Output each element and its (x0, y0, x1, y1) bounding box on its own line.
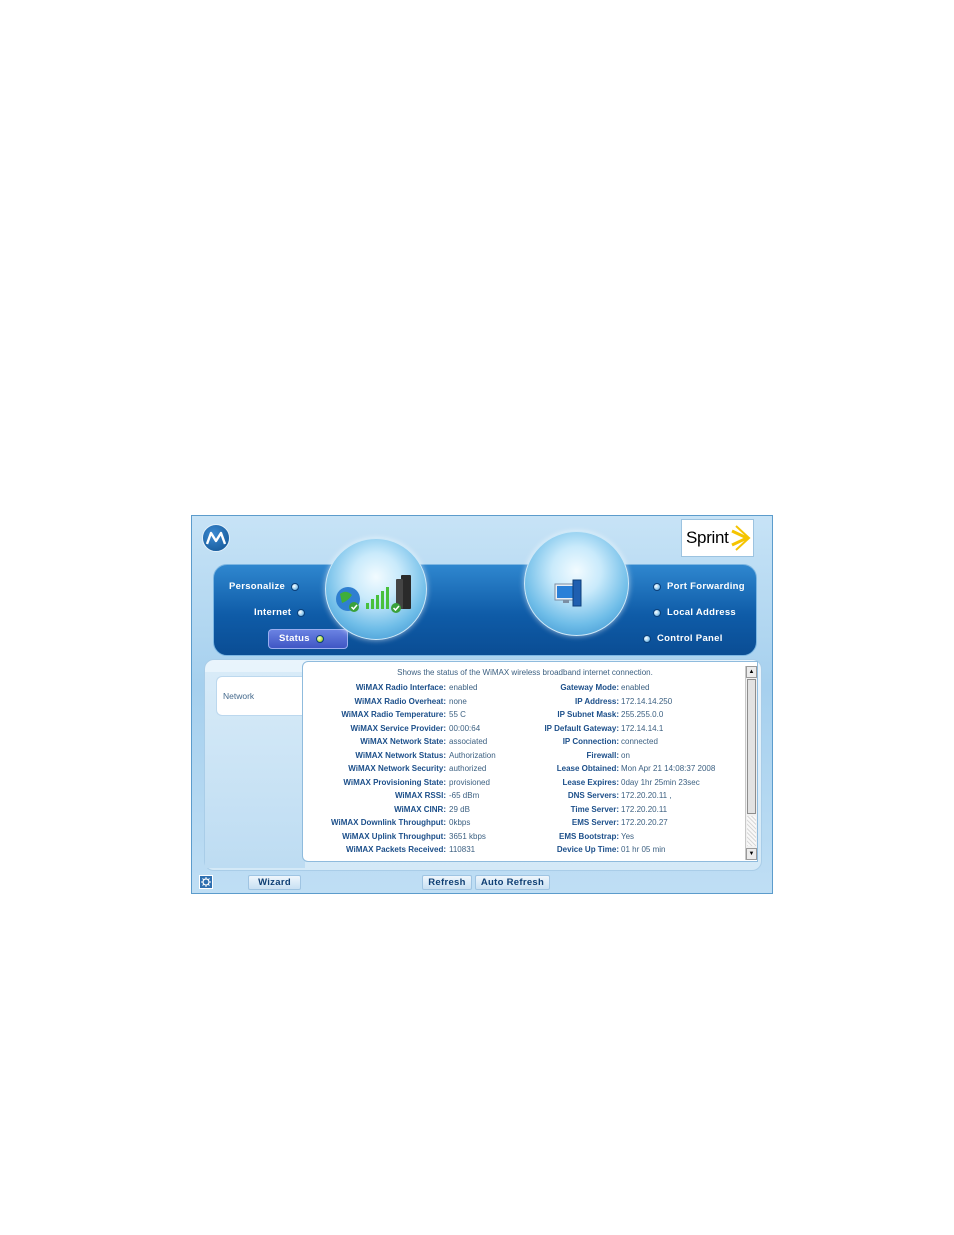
status-value: 255.255.0.0 (621, 710, 664, 719)
scroll-down-arrow-icon[interactable]: ▼ (746, 848, 757, 860)
status-label: Lease Obtained: (556, 764, 619, 773)
status-value: Mon Apr 21 14:08:37 2008 (621, 764, 716, 773)
status-orb (325, 538, 427, 640)
status-label: Firewall: (586, 750, 619, 760)
ip-status-row: Firewall: on (303, 751, 743, 764)
nav-item-control-panel[interactable]: Control Panel (643, 633, 723, 644)
status-label: IP Address: (574, 696, 619, 706)
sprint-logo-text: Sprint (686, 528, 729, 547)
sprint-pin-icon (730, 525, 751, 551)
status-value: 172.20.20.11 (621, 804, 668, 814)
status-label: IP Default Gateway: (544, 723, 619, 733)
router-status-window: Sprint Personalize Internet Status Port … (191, 515, 773, 894)
nav-item-local-address[interactable]: Local Address (653, 607, 736, 618)
radio-dot-icon (291, 582, 300, 591)
nav-item-port-forwarding[interactable]: Port Forwarding (653, 581, 745, 592)
refresh-button[interactable]: Refresh (422, 875, 472, 890)
status-value: Yes (621, 831, 635, 841)
sidebar-tab-label: Network (223, 691, 255, 701)
status-label: EMS Server: (571, 818, 619, 827)
vertical-scrollbar[interactable]: ▲ ▼ (745, 666, 757, 860)
ip-status-row: DNS Servers: 172.20.20.11 , (303, 791, 743, 804)
ip-status-row: IP Subnet Mask: 255.255.0.0 (303, 710, 743, 723)
nav-label: Control Panel (657, 633, 723, 644)
status-value: 172.14.14.1 (621, 723, 664, 733)
status-label: Gateway Mode: (560, 683, 619, 692)
ip-status-row: Device Up Time: 01 hr 05 min (303, 845, 743, 858)
scrollbar-track[interactable] (747, 816, 756, 846)
status-label: IP Subnet Mask: (557, 710, 619, 719)
settings-gear-button[interactable] (199, 875, 213, 889)
nav-label: Port Forwarding (667, 581, 745, 592)
status-value: connected (621, 737, 658, 746)
scroll-up-arrow-icon[interactable]: ▲ (746, 666, 757, 678)
sprint-logo: Sprint (681, 519, 754, 557)
radio-dot-icon (653, 608, 661, 617)
nav-item-status[interactable]: Status (279, 633, 324, 644)
motorola-m-icon (206, 531, 226, 545)
status-value: 01 hr 05 min (621, 845, 666, 854)
nav-label: Personalize (229, 581, 286, 592)
status-label: EMS Bootstrap: (559, 831, 619, 841)
status-label: IP Connection: (562, 737, 619, 746)
scrollbar-thumb[interactable] (747, 679, 756, 814)
radio-dot-icon (653, 582, 661, 591)
ip-status-row: Lease Obtained: Mon Apr 21 14:08:37 2008 (303, 764, 743, 777)
status-label: Device Up Time: (556, 845, 619, 854)
auto-refresh-button[interactable]: Auto Refresh (475, 875, 550, 890)
ip-status-row: IP Address: 172.14.14.250 (303, 697, 743, 710)
ip-status-row: IP Connection: connected (303, 737, 743, 750)
sidebar-tab-network[interactable]: Network (216, 676, 306, 716)
radio-dot-icon (297, 608, 306, 617)
ip-status-row: IP Default Gateway: 172.14.14.1 (303, 724, 743, 737)
nav-label: Local Address (667, 607, 737, 618)
nav-item-internet[interactable]: Internet (254, 607, 306, 618)
motorola-logo (202, 524, 230, 552)
wizard-button[interactable]: Wizard (248, 875, 301, 890)
bottom-toolbar: Wizard Refresh Auto Refresh (192, 873, 772, 893)
settings-orb (524, 531, 629, 636)
ip-status-row: EMS Bootstrap: Yes (303, 832, 743, 845)
status-value: on (621, 750, 630, 760)
ip-status-row: Lease Expires: 0day 1hr 25min 23sec (303, 778, 743, 791)
nav-label: Internet (254, 607, 292, 618)
computer-icon (554, 579, 582, 607)
ip-status-row: EMS Server: 172.20.20.27 (303, 818, 743, 831)
status-value: enabled (621, 683, 650, 692)
status-label: Lease Expires: (562, 777, 619, 787)
ip-status-row: Time Server: 172.20.20.11 (303, 805, 743, 818)
gear-icon (201, 877, 211, 887)
status-label: Time Server: (570, 804, 619, 814)
status-details-pane: Shows the status of the WiMAX wireless b… (302, 661, 758, 862)
status-value: 172.14.14.250 (621, 696, 673, 706)
radio-dot-active-icon (315, 634, 324, 643)
nav-item-personalize[interactable]: Personalize (229, 581, 300, 592)
ip-status-row: Gateway Mode: enabled (303, 683, 743, 696)
network-status-icon (336, 575, 411, 613)
status-label: DNS Servers: (567, 791, 619, 800)
radio-dot-icon (643, 634, 651, 643)
nav-label: Status (279, 633, 310, 644)
status-value: 172.20.20.11 , (621, 791, 672, 800)
status-value: 172.20.20.27 (621, 818, 668, 827)
status-value: 0day 1hr 25min 23sec (621, 777, 700, 787)
status-caption: Shows the status of the WiMAX wireless b… (397, 668, 653, 677)
